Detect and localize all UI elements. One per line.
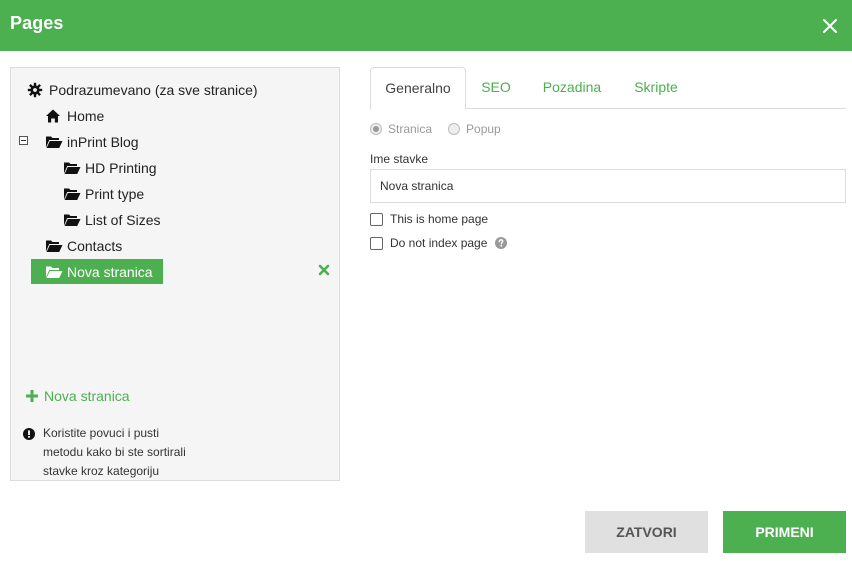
radio-stranica-label: Stranica (388, 122, 433, 136)
tree-item-label: Contacts (67, 238, 123, 254)
dialog-title: Pages (10, 13, 64, 33)
tree-item-contacts[interactable]: Contacts (45, 234, 122, 258)
tree-item-list-of-sizes[interactable]: List of Sizes (63, 208, 160, 232)
question-circle-icon[interactable] (495, 237, 508, 249)
radio-popup[interactable] (448, 123, 461, 135)
tree-item-inprint-blog[interactable]: inPrint Blog (45, 130, 139, 154)
radio-popup-label: Popup (466, 122, 501, 136)
tree-item-label: HD Printing (85, 160, 157, 176)
folder-open-icon (63, 160, 81, 176)
page-tree-panel: Podrazumevano (za sve stranice) Home inP… (10, 67, 340, 481)
tree-item-home[interactable]: Home (45, 104, 104, 128)
tab-bar: Generalno SEO Pozadina Skripte (370, 67, 846, 110)
tab-pozadina[interactable]: Pozadina (535, 67, 609, 109)
folder-open-icon (63, 186, 81, 202)
close-icon[interactable] (818, 14, 842, 38)
tree-item-label: Home (67, 108, 105, 124)
folder-open-icon (63, 212, 81, 228)
tree-item-hd-printing[interactable]: HD Printing (63, 156, 157, 180)
tree-item-label: Print type (85, 186, 145, 202)
add-page-button[interactable]: Nova stranica (25, 388, 130, 404)
name-input[interactable] (370, 169, 846, 203)
no-index-option: Do not index page (370, 236, 508, 250)
tree-item-label: Nova stranica (67, 263, 153, 280)
home-page-label: This is home page (390, 212, 489, 226)
tree-item-nova-stranica[interactable]: Nova stranica (31, 259, 163, 284)
home-icon (45, 108, 63, 124)
tree-item-default[interactable]: Podrazumevano (za sve stranice) (27, 78, 258, 102)
exclamation-circle-icon (23, 427, 35, 440)
no-index-label: Do not index page (390, 236, 488, 250)
home-page-option: This is home page (370, 212, 488, 226)
tree-item-print-type[interactable]: Print type (63, 182, 144, 206)
folder-open-icon (45, 238, 63, 254)
folder-open-icon (45, 264, 63, 280)
delete-icon[interactable] (318, 263, 330, 276)
gear-icon (27, 82, 45, 98)
hint-text: Koristite povuci i pusti metodu kako bi … (43, 426, 186, 478)
drag-drop-hint: Koristite povuci i pusti metodu kako bi … (23, 424, 193, 481)
add-page-label: Nova stranica (44, 388, 130, 404)
tab-seo[interactable]: SEO (473, 67, 519, 109)
collapse-toggle-icon[interactable] (19, 136, 28, 145)
radio-stranica[interactable] (370, 123, 382, 135)
tree-item-label: inPrint Blog (67, 134, 139, 150)
dialog-header: Pages (0, 0, 852, 51)
close-button[interactable]: ZATVORI (585, 511, 708, 553)
tab-skripte[interactable]: Skripte (626, 67, 686, 109)
no-index-checkbox[interactable] (370, 236, 383, 250)
name-field-label: Ime stavke (370, 152, 429, 166)
tree-item-label: Podrazumevano (za sve stranice) (49, 82, 258, 98)
tree-item-label: List of Sizes (85, 212, 161, 228)
plus-icon (25, 389, 39, 403)
apply-button[interactable]: PRIMENI (723, 511, 846, 553)
home-page-checkbox[interactable] (370, 212, 383, 226)
tab-generalno[interactable]: Generalno (370, 67, 466, 110)
page-type-group: Stranica Popup (370, 122, 501, 136)
folder-open-icon (45, 134, 63, 150)
